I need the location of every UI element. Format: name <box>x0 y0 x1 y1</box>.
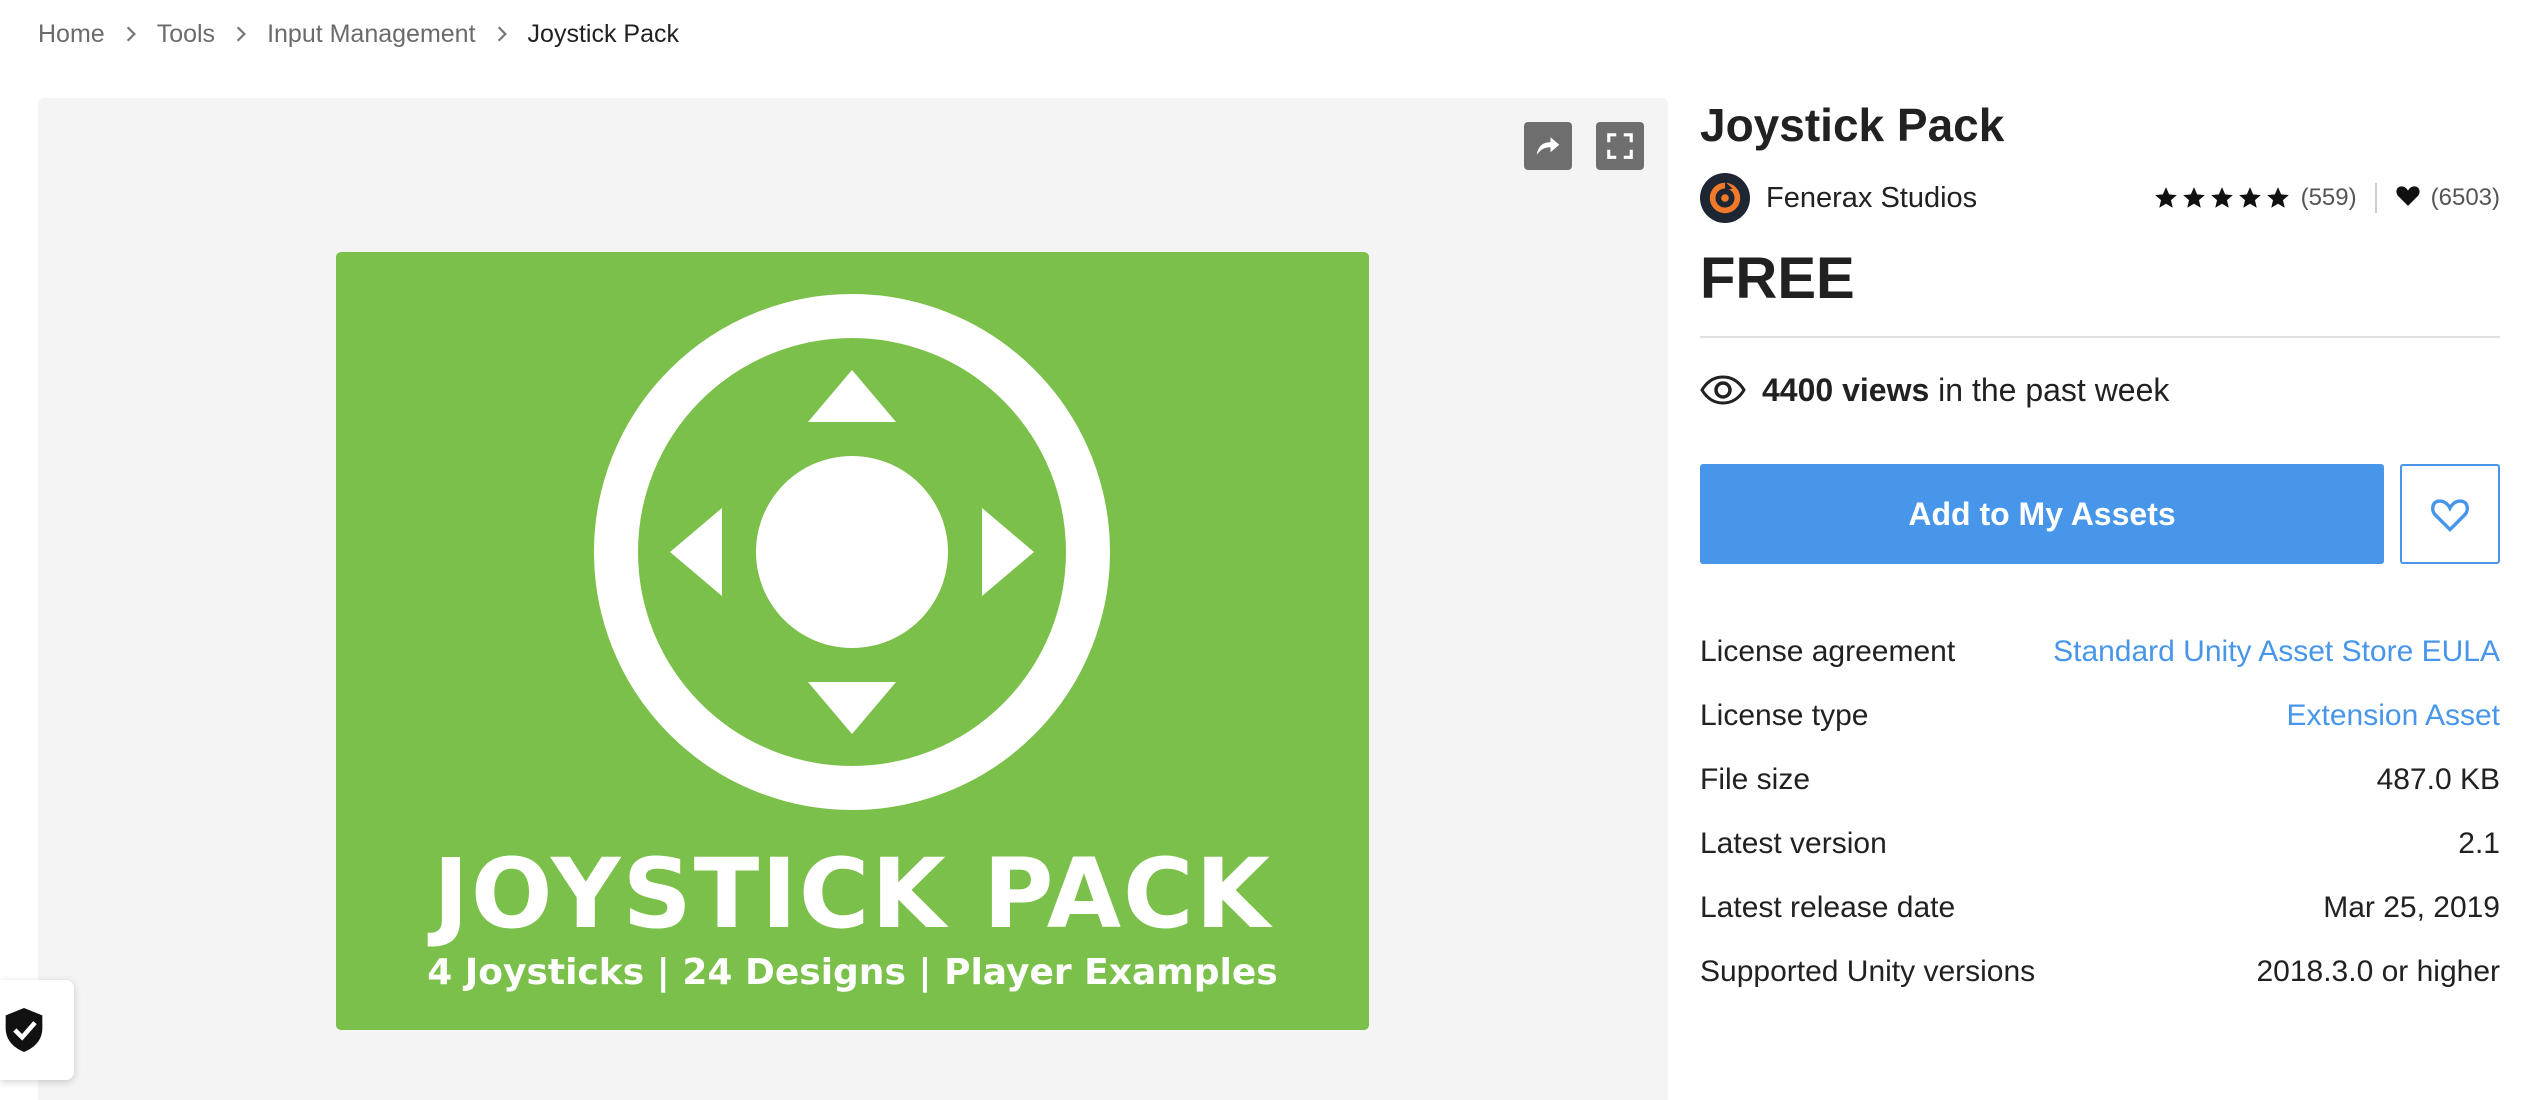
detail-label: Latest version <box>1700 827 1887 860</box>
heart-icon <box>2395 183 2421 214</box>
rating-stars[interactable] <box>2153 185 2291 211</box>
fullscreen-button[interactable] <box>1596 122 1644 170</box>
detail-release-date: Latest release date Mar 25, 2019 <box>1700 876 2500 940</box>
release-date-value: Mar 25, 2019 <box>2323 891 2500 924</box>
heart-outline-icon <box>2431 499 2469 532</box>
detail-label: License agreement <box>1700 635 1956 668</box>
rating-count[interactable]: (559) <box>2301 184 2357 212</box>
license-type-link[interactable]: Extension Asset <box>2287 699 2500 733</box>
media-gallery: JOYSTICK PACK 4 Joysticks | 24 Designs |… <box>38 98 1668 1100</box>
product-info-panel: Joystick Pack Fenerax Studios (559) (650… <box>1700 98 2500 1004</box>
publisher-logo-icon <box>1709 181 1741 214</box>
price: FREE <box>1700 246 1855 311</box>
star-icon <box>2154 187 2177 208</box>
share-icon <box>1536 137 1560 155</box>
breadcrumb: Home Tools Input Management Joystick Pac… <box>38 18 679 50</box>
star-icon <box>2238 187 2261 208</box>
views-suffix: in the past week <box>1929 371 2170 408</box>
views-stat: 4400 views in the past week <box>1700 368 2500 412</box>
chevron-right-icon <box>215 25 267 43</box>
publisher-row: Fenerax Studios (559) (6503) <box>1700 172 2500 224</box>
fullscreen-icon <box>1607 133 1633 159</box>
breadcrumb-input-management[interactable]: Input Management <box>267 20 475 49</box>
detail-label: File size <box>1700 763 1811 796</box>
views-count: 4400 views <box>1762 371 1930 408</box>
add-to-my-assets-button[interactable]: Add to My Assets <box>1700 464 2384 564</box>
star-icon <box>2210 187 2233 208</box>
breadcrumb-home[interactable]: Home <box>38 20 105 49</box>
wishlist-button[interactable] <box>2400 464 2500 564</box>
star-icon <box>2182 187 2205 208</box>
product-title: Joystick Pack <box>1700 99 2005 151</box>
product-hero-image[interactable]: JOYSTICK PACK 4 Joysticks | 24 Designs |… <box>336 252 1369 1030</box>
detail-unity-versions: Supported Unity versions 2018.3.0 or hig… <box>1700 940 2500 1004</box>
detail-label: Supported Unity versions <box>1700 955 2036 988</box>
publisher-avatar <box>1700 173 1750 223</box>
asset-details: License agreement Standard Unity Asset S… <box>1700 620 2500 1004</box>
share-button[interactable] <box>1524 122 1572 170</box>
detail-license-agreement: License agreement Standard Unity Asset S… <box>1700 620 2500 684</box>
shield-check-icon <box>5 1008 43 1052</box>
favorites-count: (6503) <box>2430 184 2500 211</box>
file-size-value: 487.0 KB <box>2376 763 2500 796</box>
breadcrumb-current: Joystick Pack <box>527 19 679 48</box>
detail-label: License type <box>1700 699 1869 732</box>
rating-divider <box>2374 183 2377 213</box>
detail-latest-version: Latest version 2.1 <box>1700 812 2500 876</box>
star-icon <box>2266 187 2289 208</box>
divider <box>1700 336 2500 338</box>
hero-subtitle: 4 Joysticks | 24 Designs | Player Exampl… <box>427 952 1278 993</box>
publisher-link[interactable]: Fenerax Studios <box>1700 173 1977 223</box>
privacy-shield-button[interactable] <box>0 980 74 1080</box>
detail-file-size: File size 487.0 KB <box>1700 748 2500 812</box>
rating-summary: (559) (6503) <box>2153 183 2500 214</box>
license-agreement-link[interactable]: Standard Unity Asset Store EULA <box>2053 635 2500 669</box>
detail-license-type: License type Extension Asset <box>1700 684 2500 748</box>
eye-icon <box>1700 375 1746 405</box>
chevron-right-icon <box>476 25 528 43</box>
latest-version-value: 2.1 <box>2458 827 2500 860</box>
hero-title: JOYSTICK PACK <box>433 838 1272 950</box>
breadcrumb-tools[interactable]: Tools <box>157 20 215 49</box>
detail-label: Latest release date <box>1700 891 1956 924</box>
chevron-right-icon <box>105 25 157 43</box>
publisher-name: Fenerax Studios <box>1766 181 1978 214</box>
unity-versions-value: 2018.3.0 or higher <box>2256 955 2500 988</box>
purchase-actions: Add to My Assets <box>1700 464 2500 564</box>
